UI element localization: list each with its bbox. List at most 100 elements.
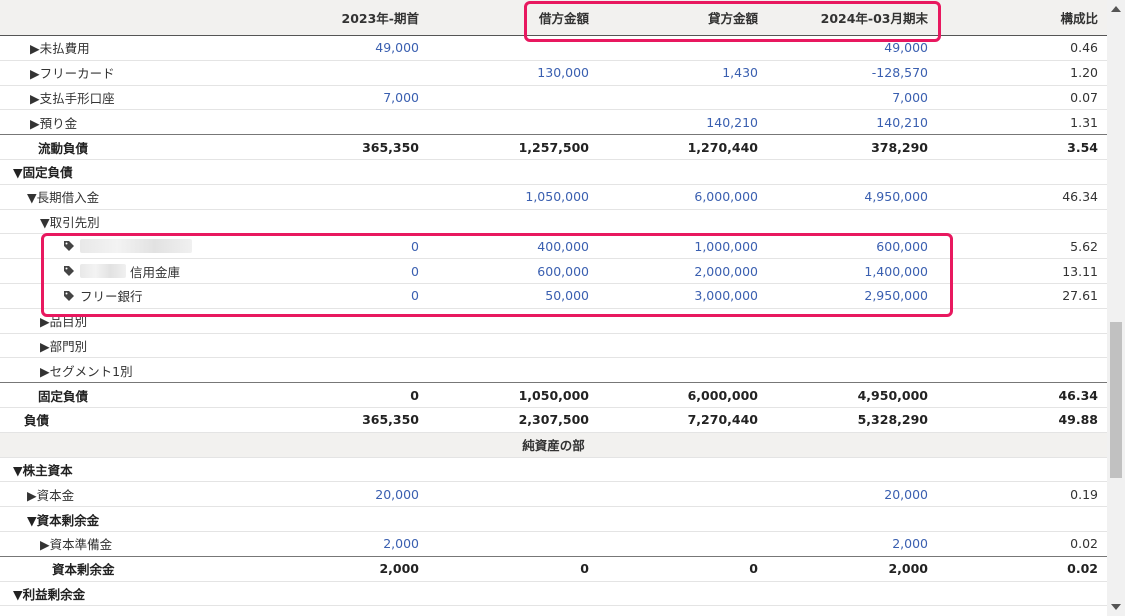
row-label[interactable]: 信用金庫 [0, 259, 364, 283]
row-label[interactable] [0, 234, 364, 258]
balance-sheet-table: 2023年-期首 借方金額 貸方金額 2024年-03月期末 構成比 ▶未払費用… [0, 0, 1107, 607]
section-header: 純資産の部 [0, 432, 1107, 458]
cell-c1[interactable]: 0 [411, 234, 419, 258]
cell-c4[interactable]: 49,000 [884, 36, 928, 60]
table-row[interactable]: ▶支払手形口座 7,000 7,000 0.07 [0, 86, 1107, 111]
cell-c2[interactable]: 400,000 [537, 234, 589, 258]
table-row[interactable]: ▼取引先別 [0, 210, 1107, 235]
table-header: 2023年-期首 借方金額 貸方金額 2024年-03月期末 構成比 [0, 0, 1107, 36]
cell-c1[interactable]: 0 [411, 284, 419, 308]
row-label-text: ▶資本準備金 [40, 537, 113, 553]
cell-c5: 0.19 [1070, 486, 1098, 502]
table-row[interactable]: ▶預り金 140,210 140,210 1.31 [0, 110, 1107, 136]
header-composition-ratio[interactable]: 構成比 [1060, 0, 1098, 35]
row-label[interactable]: ▶預り金 [0, 110, 330, 134]
cell-c4[interactable]: -128,570 [872, 61, 928, 85]
cell-c1: 365,350 [362, 139, 419, 155]
scroll-thumb[interactable] [1110, 322, 1122, 478]
row-label[interactable]: ▼利益剰余金 [0, 582, 313, 606]
table-row[interactable]: 負債 365,350 2,307,500 7,270,440 5,328,290 49.8… [0, 408, 1107, 433]
row-label[interactable]: ▶セグメント1別 [0, 358, 340, 382]
row-label-text: ▼資本剰余金 [27, 512, 100, 528]
cell-c1[interactable]: 7,000 [383, 86, 419, 110]
table-row[interactable]: ▼長期借入金 1,050,000 6,000,000 4,950,000 46.34 [0, 185, 1107, 210]
row-label[interactable]: ▶部門別 [0, 334, 340, 358]
cell-c5: 0.02 [1070, 536, 1098, 552]
table-row[interactable]: ▶セグメント1別 [0, 358, 1107, 384]
row-label[interactable]: フリー銀行 [0, 284, 364, 308]
row-label[interactable]: 固定負債 [0, 383, 338, 407]
row-label[interactable]: ▼取引先別 [0, 210, 340, 234]
row-label[interactable]: ▶資本準備金 [0, 532, 340, 556]
row-label[interactable]: 流動負債 [0, 135, 338, 159]
table-row[interactable]: ▼利益剰余金 [0, 582, 1107, 607]
row-label[interactable]: 負債 [0, 408, 324, 432]
cell-c1[interactable]: 49,000 [375, 36, 419, 60]
cell-c3: 7,270,440 [687, 412, 758, 428]
row-label[interactable]: ▶品目別 [0, 309, 340, 333]
row-label[interactable]: ▼株主資本 [0, 458, 313, 482]
table-row[interactable]: ▼株主資本 [0, 458, 1107, 483]
redacted-name [80, 239, 192, 254]
cell-c3: 6,000,000 [687, 387, 758, 403]
table-row[interactable]: 流動負債 365,350 1,257,500 1,270,440 378,290 3.54 [0, 135, 1107, 160]
cell-c3[interactable]: 1,430 [722, 61, 758, 85]
header-closing-balance[interactable]: 2024年-03月期末 [821, 0, 928, 35]
table-row[interactable]: ▼固定負債 [0, 160, 1107, 185]
cell-c4[interactable]: 600,000 [876, 234, 928, 258]
table-row[interactable]: ▼資本剰余金 [0, 507, 1107, 532]
table-row[interactable]: 資本剰余金 2,000 0 0 2,000 0.02 [0, 557, 1107, 582]
row-label[interactable]: ▼長期借入金 [0, 185, 327, 209]
cell-c5: 27.61 [1062, 288, 1098, 304]
cell-c5: 3.54 [1067, 139, 1098, 155]
cell-c3[interactable]: 140,210 [706, 110, 758, 134]
table-row[interactable]: 0 400,000 1,000,000 600,000 5.62 [0, 234, 1107, 260]
header-opening-balance[interactable]: 2023年-期首 [342, 0, 419, 35]
cell-c4[interactable]: 1,400,000 [864, 259, 928, 283]
cell-c3[interactable]: 2,000,000 [694, 259, 758, 283]
cell-c3[interactable]: 6,000,000 [694, 185, 758, 209]
table-row[interactable]: フリー銀行 0 50,000 3,000,000 2,950,000 27.61 [0, 284, 1107, 309]
cell-c4[interactable]: 2,000 [892, 532, 928, 556]
table-row[interactable]: ▶フリーカード 130,000 1,430 -128,570 1.20 [0, 61, 1107, 86]
scroll-up-icon[interactable] [1111, 6, 1121, 12]
row-label[interactable]: ▼固定負債 [0, 160, 313, 184]
table-row[interactable]: ▶資本金 20,000 20,000 0.19 [0, 482, 1107, 508]
table-row[interactable]: ▶品目別 [0, 309, 1107, 334]
row-label[interactable]: ▶未払費用 [0, 36, 330, 60]
vertical-scrollbar[interactable] [1107, 0, 1125, 616]
row-label-text: ▶セグメント1別 [40, 363, 133, 379]
cell-c4[interactable]: 20,000 [884, 482, 928, 506]
row-label-text: ▶品目別 [40, 314, 88, 330]
row-label[interactable]: ▶支払手形口座 [0, 86, 330, 110]
row-label-text: 流動負債 [38, 140, 89, 156]
cell-c4[interactable]: 7,000 [892, 86, 928, 110]
cell-c5: 1.20 [1070, 65, 1098, 81]
cell-c2[interactable]: 1,050,000 [525, 185, 589, 209]
cell-c2[interactable]: 50,000 [545, 284, 589, 308]
cell-c3[interactable]: 1,000,000 [694, 234, 758, 258]
cell-c1[interactable]: 20,000 [375, 482, 419, 506]
row-label-text: フリー銀行 [80, 289, 143, 305]
table-row[interactable]: ▶部門別 [0, 334, 1107, 359]
scroll-down-icon[interactable] [1111, 604, 1121, 610]
cell-c2[interactable]: 130,000 [537, 61, 589, 85]
header-debit[interactable]: 借方金額 [539, 0, 589, 35]
table-row[interactable]: ▶未払費用 49,000 49,000 0.46 [0, 36, 1107, 61]
row-label[interactable]: ▶フリーカード [0, 61, 330, 85]
table-row[interactable]: 固定負債 0 1,050,000 6,000,000 4,950,000 46.34 [0, 383, 1107, 408]
cell-c4[interactable]: 140,210 [876, 110, 928, 134]
header-credit[interactable]: 貸方金額 [708, 0, 758, 35]
cell-c1[interactable]: 2,000 [383, 532, 419, 556]
row-label[interactable]: ▼資本剰余金 [0, 507, 327, 531]
row-label[interactable]: ▶資本金 [0, 482, 327, 506]
cell-c4[interactable]: 2,950,000 [864, 284, 928, 308]
table-row[interactable]: ▶資本準備金 2,000 2,000 0.02 [0, 532, 1107, 557]
cell-c3[interactable]: 3,000,000 [694, 284, 758, 308]
cell-c1[interactable]: 0 [411, 259, 419, 283]
cell-c4[interactable]: 4,950,000 [864, 185, 928, 209]
row-label-text: ▶部門別 [40, 338, 88, 354]
row-label[interactable]: 資本剰余金 [0, 557, 352, 581]
table-row[interactable]: 信用金庫 0 600,000 2,000,000 1,400,000 13.11 [0, 259, 1107, 284]
cell-c2[interactable]: 600,000 [537, 259, 589, 283]
